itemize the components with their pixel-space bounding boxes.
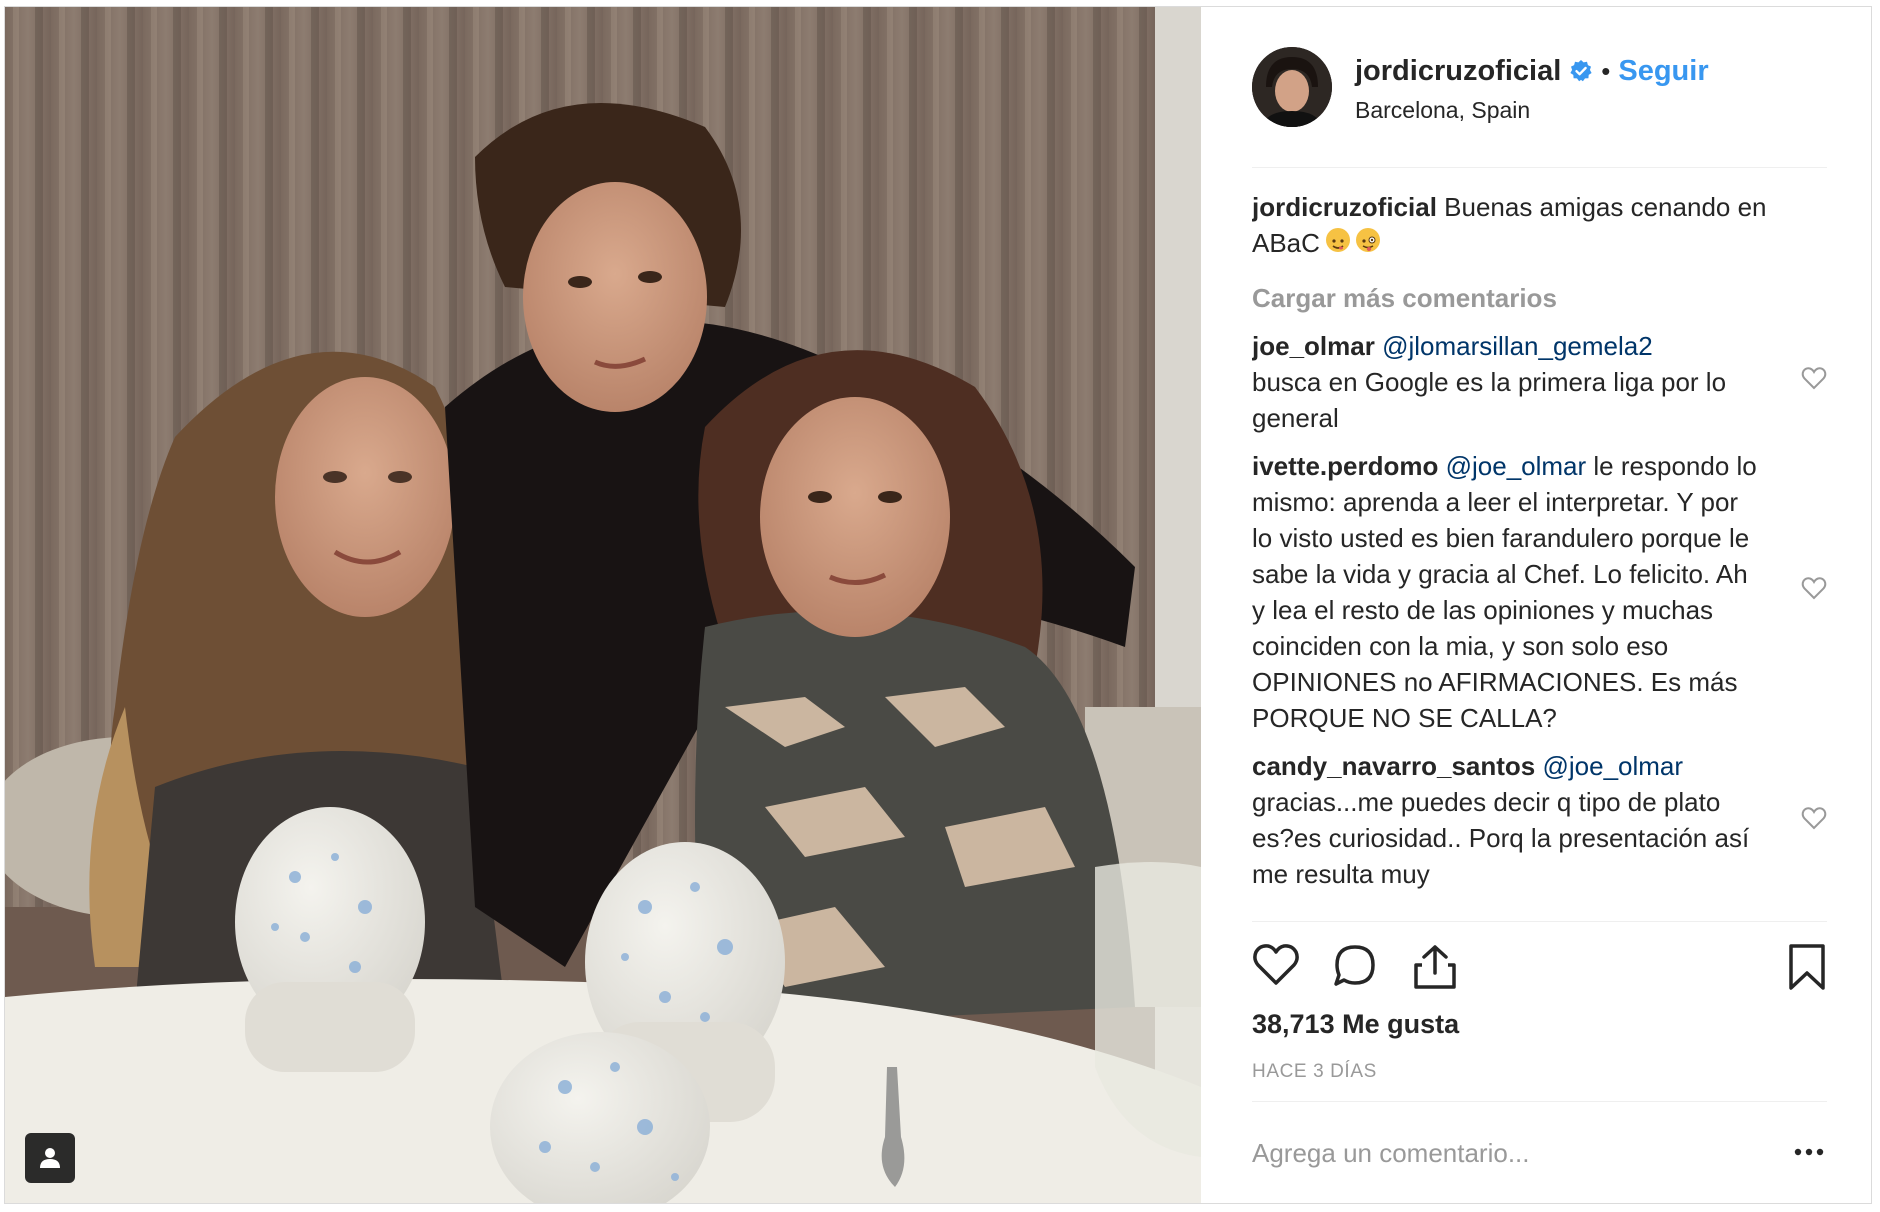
follow-button[interactable]: Seguir	[1618, 55, 1708, 87]
post-header: jordicruzoficial • Seguir Barcelona, Spain	[1252, 47, 1827, 168]
header-separator: •	[1601, 56, 1611, 86]
post-caption: jordicruzoficial Buenas amigas cenando e…	[1252, 189, 1827, 261]
yum-emoji-icon	[1325, 228, 1350, 252]
header-user-line: jordicruzoficial • Seguir	[1355, 55, 1709, 88]
post-photo[interactable]	[5, 7, 1201, 1203]
like-heart-icon[interactable]	[1252, 943, 1300, 987]
comment-item: joe_olmar @jlomarsillan_gemela2 busca en…	[1252, 328, 1827, 436]
location-link[interactable]: Barcelona, Spain	[1355, 97, 1530, 124]
post-actions-bar	[1252, 943, 1827, 999]
like-comment-heart-icon[interactable]	[1801, 806, 1827, 830]
post-timestamp[interactable]: HACE 3 DÍAS	[1252, 1061, 1377, 1083]
comments-section[interactable]: jordicruzoficial Buenas amigas cenando e…	[1252, 189, 1827, 922]
comment-item: candy_navarro_santos @joe_olmar gracias.…	[1252, 748, 1827, 892]
like-comment-heart-icon[interactable]	[1801, 576, 1827, 600]
user-tag-icon	[40, 1148, 60, 1168]
share-icon[interactable]	[1412, 943, 1458, 991]
comment-username[interactable]: candy_navarro_santos	[1252, 751, 1535, 781]
comment-text: gracias...me puedes decir q tipo de plat…	[1252, 787, 1750, 889]
save-bookmark-icon[interactable]	[1787, 943, 1827, 991]
comment-text: busca en Google es la primera liga por l…	[1252, 367, 1727, 433]
wink-tongue-emoji-icon	[1355, 228, 1380, 252]
comment-item: ivette.perdomo @joe_olmar le respondo lo…	[1252, 448, 1827, 736]
load-more-comments-button[interactable]: Cargar más comentarios	[1252, 283, 1827, 314]
comment-text: le respondo lo mismo: aprenda a leer el …	[1252, 451, 1757, 733]
avatar[interactable]	[1252, 47, 1332, 127]
comment-username[interactable]: joe_olmar	[1252, 331, 1375, 361]
comment-mention[interactable]: @jlomarsillan_gemela2	[1382, 331, 1653, 361]
verified-badge-icon	[1570, 60, 1592, 82]
likes-count[interactable]: 38,713 Me gusta	[1252, 1009, 1459, 1040]
add-comment-input[interactable]	[1252, 1133, 1732, 1173]
comment-mention[interactable]: @joe_olmar	[1446, 451, 1587, 481]
header-username[interactable]: jordicruzoficial	[1355, 55, 1561, 87]
like-comment-heart-icon[interactable]	[1801, 366, 1827, 390]
comment-username[interactable]: ivette.perdomo	[1252, 451, 1438, 481]
more-options-icon[interactable]	[1792, 1137, 1826, 1167]
user-tag-button[interactable]	[25, 1133, 75, 1183]
comment-divider	[1252, 1101, 1827, 1102]
avatar-image	[1252, 47, 1332, 127]
comment-bubble-icon[interactable]	[1332, 943, 1378, 989]
caption-username[interactable]: jordicruzoficial	[1252, 192, 1437, 222]
comment-mention[interactable]: @joe_olmar	[1542, 751, 1683, 781]
post-frame: jordicruzoficial • Seguir Barcelona, Spain…	[4, 6, 1872, 1204]
photo-illustration	[5, 7, 1201, 1203]
post-side-panel: jordicruzoficial • Seguir Barcelona, Spain…	[1201, 7, 1871, 1203]
